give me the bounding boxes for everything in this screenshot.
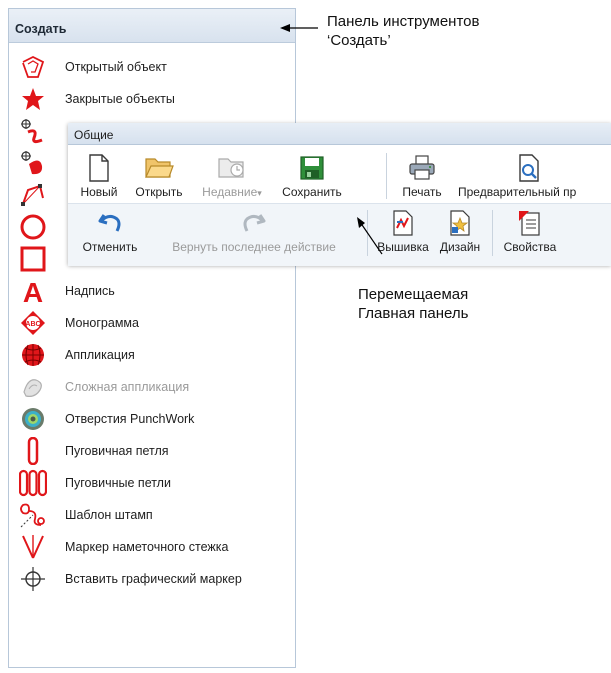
create-panel-callout: Панель инструментов ‘Создать’ — [327, 12, 479, 50]
general-panel-callout: Перемещаемая Главная панель — [358, 285, 468, 323]
general-callout-arrowhead — [357, 217, 365, 228]
general-callout-line-1: Перемещаемая — [358, 286, 469, 303]
callout-lines — [280, 24, 383, 255]
general-callout-line-2: Главная панель — [358, 305, 469, 322]
create-callout-line-1: Панель инструментов — [327, 13, 480, 30]
create-callout-line-2: ‘Создать’ — [327, 32, 391, 49]
create-callout-arrowhead — [280, 24, 290, 32]
